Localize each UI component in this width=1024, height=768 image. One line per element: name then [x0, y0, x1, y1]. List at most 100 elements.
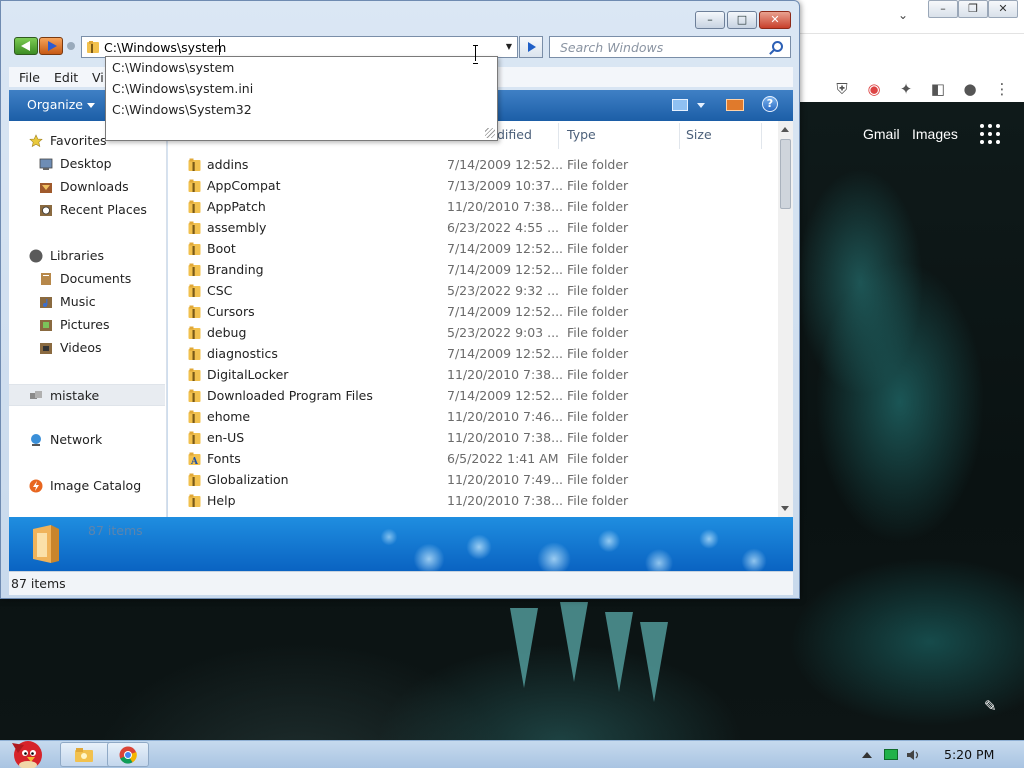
extensions-puzzle-icon[interactable]: ✦ [895, 78, 917, 100]
battery-icon[interactable] [884, 749, 898, 760]
nav-item-mistake[interactable]: mistake [9, 384, 165, 406]
google-apps-icon[interactable] [980, 124, 1000, 144]
menu-edit[interactable]: Edit [54, 70, 78, 85]
file-row[interactable]: assembly 6/23/2022 4:55 ... File folder [168, 217, 778, 238]
file-row[interactable]: CSC 5/23/2022 9:32 ... File folder [168, 280, 778, 301]
file-row[interactable]: Branding 7/14/2009 12:52... File folder [168, 259, 778, 280]
menu-view[interactable]: Vi [92, 70, 104, 85]
extension-color-icon[interactable]: ◉ [863, 78, 885, 100]
file-row[interactable]: DigitalLocker 11/20/2010 7:38... File fold… [168, 364, 778, 385]
downloads-icon [40, 183, 52, 193]
search-icon[interactable] [772, 41, 783, 52]
file-name: ehome [207, 409, 251, 424]
images-link[interactable]: Images [912, 126, 958, 142]
minimize-button[interactable]: – [695, 11, 725, 29]
file-row[interactable]: AppPatch 11/20/2010 7:38... File folder [168, 196, 778, 217]
nav-item-videos[interactable]: Videos [9, 338, 165, 358]
address-input[interactable] [104, 39, 484, 56]
taskbar-clock[interactable]: 5:20 PM [944, 747, 994, 762]
side-panel-icon[interactable]: ◧ [927, 78, 949, 100]
file-name: debug [207, 325, 247, 340]
maximize-button[interactable]: □ [727, 11, 757, 29]
back-button[interactable] [14, 37, 38, 55]
gmail-link[interactable]: Gmail [863, 126, 900, 142]
menu-file[interactable]: File [19, 70, 40, 85]
scroll-up-arrow-icon[interactable] [781, 127, 789, 132]
chrome-tab-list-icon[interactable]: ⌄ [898, 8, 908, 22]
nav-item-network[interactable]: Network [9, 430, 165, 450]
file-type: File folder [567, 178, 629, 193]
nav-item-music[interactable]: Music [9, 292, 165, 312]
column-header-size[interactable]: Size [686, 127, 712, 142]
column-separator[interactable] [761, 123, 762, 149]
explorer-window: – □ ✕ ▼ File Edit Vi Organize ? Favorite… [0, 0, 800, 599]
nav-item-recent-places[interactable]: Recent Places [9, 200, 165, 220]
search-input[interactable] [560, 39, 760, 56]
organize-button[interactable]: Organize [27, 97, 95, 112]
file-date-modified: 6/23/2022 4:55 ... [447, 220, 560, 235]
file-name: Fonts [207, 451, 241, 466]
file-row[interactable]: debug 5/23/2022 9:03 ... File folder [168, 322, 778, 343]
folder-icon [188, 200, 201, 213]
file-row[interactable]: addins 7/14/2009 12:52... File folder [168, 154, 778, 175]
autocomplete-item[interactable]: C:\Windows\System32 [112, 102, 252, 117]
address-dropdown-button[interactable]: ▼ [501, 37, 517, 57]
taskbar-chrome-button[interactable] [107, 742, 149, 767]
search-box[interactable] [549, 36, 791, 58]
folder-icon [188, 347, 201, 360]
preview-pane-icon[interactable] [726, 99, 744, 111]
column-header-type[interactable]: Type [567, 127, 596, 142]
ublock-extension-icon[interactable]: ⛨ [831, 78, 853, 100]
close-button[interactable]: ✕ [759, 11, 791, 29]
nav-item-image-catalog[interactable]: Image Catalog [9, 476, 165, 496]
start-button-angry-bird-icon[interactable] [2, 733, 50, 768]
file-row[interactable]: ehome 11/20/2010 7:46... File folder [168, 406, 778, 427]
file-row[interactable]: en-US 11/20/2010 7:38... File folder [168, 427, 778, 448]
chrome-menu-icon[interactable]: ⋮ [991, 78, 1013, 100]
file-date-modified: 11/20/2010 7:49... [447, 472, 564, 487]
view-dropdown-icon[interactable] [697, 103, 705, 108]
column-separator[interactable] [558, 123, 559, 149]
go-button[interactable] [519, 36, 543, 58]
forward-button[interactable] [39, 37, 63, 55]
file-row[interactable]: AppCompat 7/13/2009 10:37... File folder [168, 175, 778, 196]
file-type: File folder [567, 493, 629, 508]
profile-avatar-icon[interactable]: ● [959, 78, 981, 100]
scroll-down-arrow-icon[interactable] [781, 506, 789, 511]
column-header-date-modified[interactable]: dified [497, 127, 532, 142]
customize-pencil-icon[interactable]: ✎ [984, 697, 997, 715]
column-separator[interactable] [679, 123, 680, 149]
nav-item-documents[interactable]: Documents [9, 269, 165, 289]
recent-pages-icon[interactable] [67, 42, 75, 50]
chrome-restore-button[interactable]: ❐ [958, 0, 988, 18]
file-row[interactable]: Cursors 7/14/2009 12:52... File folder [168, 301, 778, 322]
nav-item-libraries[interactable]: Libraries [9, 246, 165, 266]
address-bar[interactable] [81, 36, 518, 58]
file-row[interactable]: Globalization 11/20/2010 7:49... File fold… [168, 469, 778, 490]
help-icon[interactable]: ? [762, 96, 778, 112]
change-view-icon[interactable] [672, 99, 688, 111]
nav-item-downloads[interactable]: Downloads [9, 177, 165, 197]
file-row[interactable]: Boot 7/14/2009 12:52... File folder [168, 238, 778, 259]
mouse-text-cursor-icon [473, 45, 479, 64]
vertical-scrollbar[interactable] [778, 121, 793, 517]
show-hidden-icons-icon[interactable] [862, 752, 872, 758]
resize-grip[interactable] [485, 128, 495, 138]
file-row[interactable]: Downloaded Program Files 7/14/2009 12:52.… [168, 385, 778, 406]
scrollbar-thumb[interactable] [780, 139, 791, 209]
file-row[interactable]: diagnostics 7/14/2009 12:52... File folder [168, 343, 778, 364]
chrome-icon [119, 746, 137, 764]
file-type: File folder [567, 283, 629, 298]
fonts-folder-icon: A [188, 452, 201, 466]
autocomplete-item[interactable]: C:\Windows\system.ini [112, 81, 253, 96]
nav-item-pictures[interactable]: Pictures [9, 315, 165, 335]
chrome-close-button[interactable]: ✕ [988, 0, 1018, 18]
autocomplete-item[interactable]: C:\Windows\system [112, 60, 234, 75]
volume-icon[interactable] [906, 749, 920, 761]
chrome-minimize-button[interactable]: – [928, 0, 958, 18]
nav-item-desktop[interactable]: Desktop [9, 154, 165, 174]
file-row[interactable]: Help 11/20/2010 7:38... File folder [168, 490, 778, 511]
file-type: File folder [567, 262, 629, 277]
navigation-pane: Favorites Desktop Downloads Recent Place… [9, 121, 167, 517]
file-row[interactable]: A Fonts 6/5/2022 1:41 AM File folder [168, 448, 778, 469]
